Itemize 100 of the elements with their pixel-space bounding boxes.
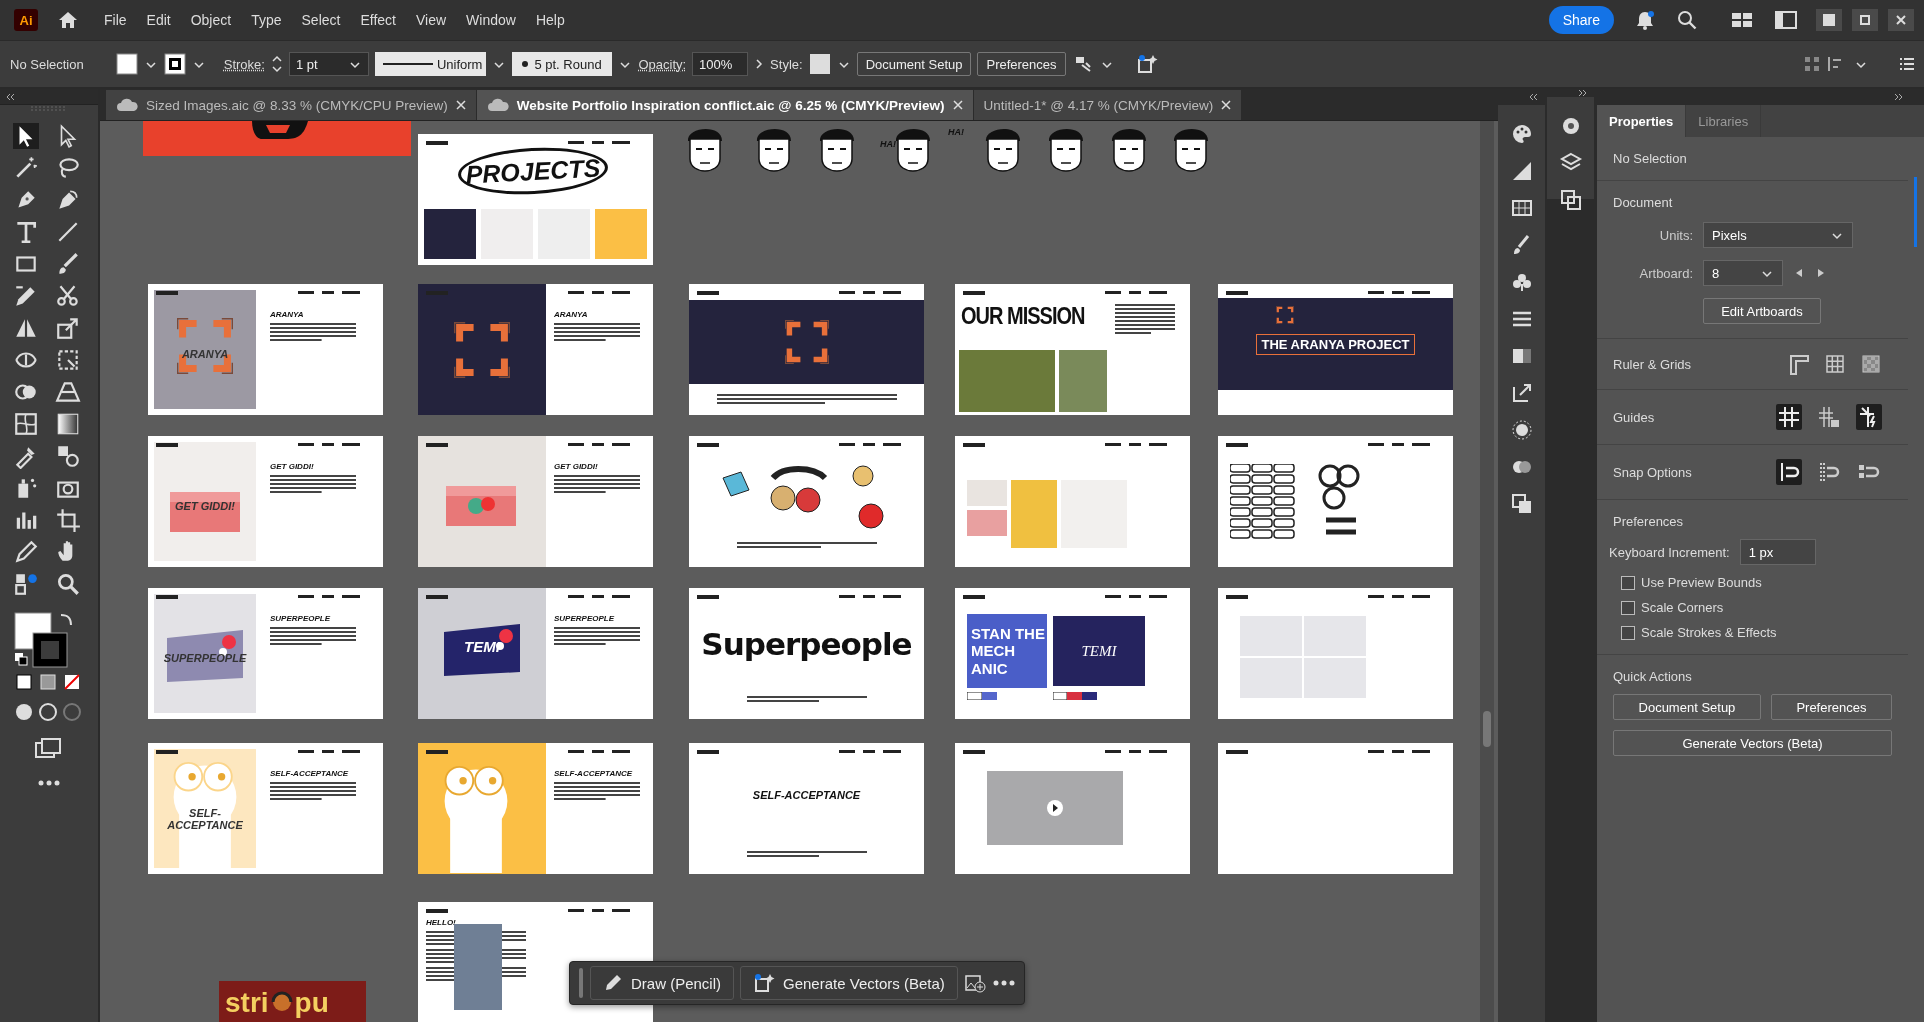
edit-toolbar-icon[interactable]: [13, 571, 39, 597]
generate-vectors-button[interactable]: Generate Vectors (Beta): [740, 966, 958, 1000]
grip-handle-icon[interactable]: [578, 968, 584, 998]
style-swatch[interactable]: [808, 53, 831, 75]
draw-pencil-button[interactable]: Draw (Pencil): [590, 966, 734, 1000]
sticker-shape-drawing: [250, 121, 310, 141]
locked-guides-icon[interactable]: [1816, 404, 1842, 430]
menu-item[interactable]: Window: [458, 8, 524, 32]
units-label: Units:: [1658, 227, 1693, 243]
minimize-button[interactable]: [1816, 9, 1842, 31]
artboard-icon[interactable]: [55, 507, 81, 533]
document-setup-button[interactable]: Document Setup: [856, 52, 972, 76]
expand-arrows-icon[interactable]: [1578, 89, 1588, 97]
menu-item[interactable]: Type: [243, 8, 290, 32]
search-icon[interactable]: [1676, 9, 1698, 31]
color-swatches-drawing: [967, 692, 997, 700]
scrollbar-thumb[interactable]: [1483, 711, 1491, 747]
vertical-scrollbar[interactable]: [1480, 121, 1494, 1022]
screen-mode-icon[interactable]: [34, 737, 64, 761]
play-icon[interactable]: [1047, 800, 1063, 816]
app-logo: Ai: [14, 9, 38, 31]
sparkle-square-icon[interactable]: [1135, 53, 1158, 75]
menu-item[interactable]: View: [408, 8, 455, 32]
close-icon[interactable]: [1221, 100, 1232, 110]
blend-shapes-icon[interactable]: [55, 443, 81, 469]
checkbox[interactable]: [1621, 600, 1635, 615]
image-trace-icon[interactable]: [1509, 492, 1534, 516]
product-photo: [967, 510, 1007, 536]
pencil-icon: [603, 973, 623, 993]
document-tab[interactable]: Untitled-1* @ 4.17 % (CMYK/Preview): [973, 90, 1243, 120]
collapse-arrows-icon[interactable]: [1529, 93, 1539, 101]
section-heading: SUPERPEOPLE: [270, 614, 331, 623]
perspective-grid-icon[interactable]: [55, 379, 81, 405]
checkbox[interactable]: [1621, 575, 1635, 590]
panel-layout-icon[interactable]: [1774, 10, 1798, 30]
scrollbar-thumb[interactable]: [1914, 177, 1917, 247]
close-button[interactable]: [1888, 9, 1914, 31]
stroke-swatch[interactable]: [163, 53, 186, 75]
card-title: TEMI: [1081, 642, 1117, 660]
stroke-profile-dropdown[interactable]: Uniform: [374, 52, 487, 76]
section-heading: Preferences: [1613, 514, 1685, 529]
scale-icon[interactable]: [55, 315, 81, 341]
menu-item[interactable]: Object: [182, 8, 240, 32]
section-heading: SUPERPEOPLE: [554, 614, 615, 623]
artboards-panel-icon[interactable]: [1558, 188, 1583, 212]
transparency-grid-icon[interactable]: [1860, 353, 1882, 375]
workspace-icon[interactable]: [1730, 10, 1754, 30]
maximize-button[interactable]: [1852, 9, 1878, 31]
scissors-icon[interactable]: [55, 283, 81, 309]
close-icon[interactable]: [455, 100, 466, 110]
thumbnail-face-illustration: [595, 209, 647, 259]
chevron-right-icon[interactable]: [754, 57, 765, 71]
stroke-weight-field[interactable]: 1 pt: [288, 52, 369, 76]
more-icon[interactable]: [991, 979, 1016, 987]
snap-point-icon[interactable]: [1776, 459, 1802, 485]
menu-item[interactable]: Effect: [352, 8, 404, 32]
keyboard-increment-field[interactable]: 1 px: [1739, 539, 1816, 565]
expand-arrows-icon[interactable]: [1894, 93, 1904, 101]
generate-vectors-button[interactable]: Generate Vectors (Beta): [1613, 730, 1892, 756]
panel-menu-icon[interactable]: [1898, 55, 1916, 73]
document-tab[interactable]: Sized Images.aic @ 8.33 % (CMYK/CPU Preview): [106, 90, 477, 120]
bell-icon[interactable]: [1634, 9, 1656, 31]
ruler-icon[interactable]: [1788, 353, 1810, 375]
pencil-icon[interactable]: [13, 539, 39, 565]
mesh-icon[interactable]: [13, 411, 39, 437]
checkbox[interactable]: [1621, 625, 1635, 640]
preferences-button[interactable]: Preferences: [1770, 694, 1892, 720]
shout-text: HA!: [948, 127, 964, 137]
panel-tab[interactable]: Libraries: [1686, 105, 1762, 137]
document-setup-button[interactable]: Document Setup: [1613, 694, 1761, 720]
add-image-icon[interactable]: [963, 973, 986, 993]
close-icon[interactable]: [952, 100, 963, 110]
preferences-button[interactable]: Preferences: [977, 52, 1066, 76]
brush-dot-icon: [520, 59, 531, 69]
sun-icon[interactable]: [1509, 418, 1534, 442]
transform-grid-icon[interactable]: [1804, 56, 1820, 72]
guide-lines-icon[interactable]: [1776, 404, 1802, 430]
fill-swatch[interactable]: [115, 53, 138, 75]
stepper-arrows-icon[interactable]: [270, 53, 283, 75]
grid-icon[interactable]: [1824, 353, 1846, 375]
menu-item[interactable]: Edit: [138, 8, 179, 32]
free-transform-icon[interactable]: [55, 347, 81, 373]
smart-guides-icon[interactable]: [1856, 404, 1882, 430]
menu-item[interactable]: Help: [527, 8, 573, 32]
units-dropdown[interactable]: Pixels: [1703, 222, 1853, 248]
collapse-arrows-icon[interactable]: [6, 92, 16, 101]
opacity-field[interactable]: 100%: [692, 52, 749, 76]
zoom-icon[interactable]: [55, 571, 81, 597]
menu-item[interactable]: File: [96, 8, 135, 32]
stationery-photo: [1304, 658, 1366, 698]
gradient-icon[interactable]: [55, 411, 81, 437]
share-button[interactable]: Share: [1548, 6, 1614, 34]
artboard-field[interactable]: 8: [1703, 260, 1783, 286]
brush-dropdown[interactable]: 5 pt. Round: [512, 52, 613, 76]
mission-title: OUR MISSION: [961, 302, 1085, 330]
edit-artboards-button[interactable]: Edit Artboards: [1703, 298, 1821, 324]
document-tab[interactable]: Website Portfolio Inspiration conflict.aic @ 6.25 % (CMYK/Preview): [476, 90, 974, 120]
more-tools-icon[interactable]: [37, 779, 61, 787]
panel-tab[interactable]: Properties: [1597, 105, 1687, 137]
menu-item[interactable]: Select: [293, 8, 349, 32]
